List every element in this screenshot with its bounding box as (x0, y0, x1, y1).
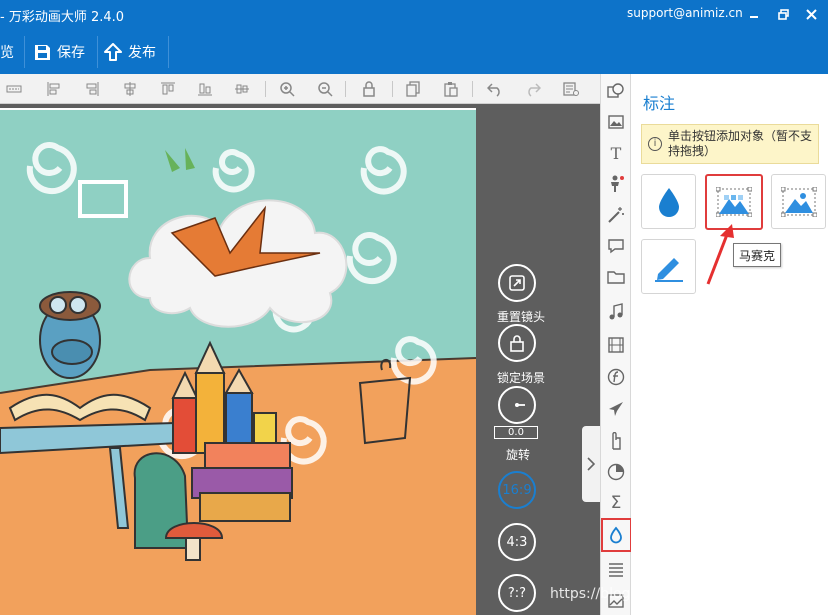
toolbar-divider (392, 81, 393, 97)
speech-bubble-icon[interactable] (607, 237, 625, 255)
undo-icon[interactable] (487, 81, 503, 97)
chevron-right-icon (587, 457, 595, 471)
airplane-icon[interactable] (607, 400, 625, 418)
highlight-pen-tool-button[interactable] (641, 239, 696, 294)
save-label: 保存 (57, 45, 85, 61)
copy-icon[interactable] (405, 81, 421, 97)
frame-icon[interactable] (6, 81, 22, 97)
publish-label: 发布 (128, 45, 156, 61)
toolbar-divider (345, 81, 346, 97)
music-icon[interactable] (607, 303, 625, 321)
save-icon (35, 44, 50, 60)
add-object-notice: i 单击按钮添加对象（暂不支持拖拽） (641, 124, 819, 164)
hand-icon[interactable] (607, 432, 625, 450)
film-icon[interactable] (607, 336, 625, 354)
scene-canvas[interactable] (0, 108, 476, 615)
mosaic-frame-icon (780, 186, 817, 217)
zoom-out-icon[interactable] (317, 81, 333, 97)
collapse-panel-tab[interactable] (582, 426, 600, 502)
distribute-icon[interactable] (234, 81, 250, 97)
redo-icon[interactable] (525, 81, 541, 97)
title-bar: - 万彩动画大师 2.4.0 support@animiz.cn (0, 0, 828, 30)
mosaic-tooltip: 马赛克 (733, 243, 781, 267)
close-icon[interactable] (799, 2, 823, 26)
upload-icon (104, 43, 122, 61)
lock-scene-icon (510, 335, 524, 352)
publish-button[interactable]: 发布 (104, 30, 156, 74)
preview-label: 览 (0, 45, 14, 61)
edit-toolbar (0, 74, 600, 104)
ratio-4-3-button[interactable]: 4:3 (498, 523, 536, 561)
minimize-icon[interactable] (742, 2, 766, 26)
text-icon[interactable]: T (607, 144, 625, 163)
paste-icon[interactable] (443, 81, 459, 97)
canvas-area[interactable]: 重置镜头 锁定场景 0.0 旋转 16:9 4:3 ?:? (0, 104, 600, 615)
flash-icon[interactable] (607, 368, 625, 386)
blur-drop-tool-button[interactable] (641, 174, 696, 229)
reset-camera-icon (509, 275, 525, 291)
object-tools-strip: T Σ (600, 74, 632, 615)
info-icon: i (648, 137, 662, 151)
properties-icon[interactable] (563, 81, 579, 97)
notice-text: 单击按钮添加对象（暂不支持拖拽） (668, 129, 813, 158)
align-left-icon[interactable] (46, 81, 62, 97)
rotate-value-input[interactable]: 0.0 (494, 426, 538, 439)
reset-camera-label: 重置镜头 (496, 310, 545, 324)
pie-chart-icon[interactable] (607, 463, 625, 481)
lock-scene-label: 锁定场景 (496, 371, 545, 385)
lock-scene-button[interactable] (498, 324, 536, 362)
mosaic-frame-tool-button[interactable] (771, 174, 826, 229)
rotate-dial[interactable] (498, 386, 536, 424)
scene-frame (0, 108, 476, 615)
magic-wand-icon[interactable] (607, 206, 625, 224)
support-email[interactable]: support@animiz.cn (627, 6, 743, 20)
drop-icon[interactable] (607, 526, 625, 544)
restore-icon[interactable] (771, 2, 795, 26)
toolbar-divider (265, 81, 266, 97)
align-right-icon[interactable] (84, 81, 100, 97)
panel-title: 标注 (643, 94, 676, 113)
app-title: - 万彩动画大师 2.4.0 (0, 10, 125, 25)
align-top-icon[interactable] (160, 81, 176, 97)
toolbar-divider (24, 36, 25, 68)
lock-icon[interactable] (361, 81, 377, 97)
image-icon[interactable] (607, 113, 625, 131)
annotation-panel: 标注 i 单击按钮添加对象（暂不支持拖拽） (631, 74, 828, 615)
mosaic-icon (716, 187, 752, 217)
zoom-in-icon[interactable] (279, 81, 295, 97)
blur-drop-icon (658, 187, 679, 217)
preview-button[interactable]: 览 (0, 30, 14, 74)
align-center-v-icon[interactable] (122, 81, 138, 97)
rotate-label: 旋转 (505, 448, 530, 462)
folder-icon[interactable] (607, 268, 625, 286)
rotate-icon (515, 403, 525, 407)
toolbar-divider (472, 81, 473, 97)
mosaic-tool-button[interactable] (705, 174, 763, 230)
save-button[interactable]: 保存 (34, 30, 85, 74)
toolbar-divider (168, 36, 169, 68)
reset-camera-button[interactable] (498, 264, 536, 302)
highlight-pen-icon (654, 257, 683, 282)
watermark-text: https://blog.csdn.net/weixin_43739189 (550, 586, 824, 602)
layers-icon[interactable] (607, 560, 625, 578)
align-bottom-icon[interactable] (197, 81, 213, 97)
sigma-icon[interactable]: Σ (607, 494, 625, 512)
ratio-custom-button[interactable]: ?:? (498, 574, 536, 612)
pointer-arrow-icon (706, 224, 734, 285)
shape-icon[interactable] (607, 82, 625, 100)
main-toolbar: 览 保存 发布 (0, 30, 828, 74)
character-icon[interactable] (607, 175, 625, 193)
toolbar-divider (97, 36, 98, 68)
ratio-16-9-button[interactable]: 16:9 (498, 471, 536, 509)
